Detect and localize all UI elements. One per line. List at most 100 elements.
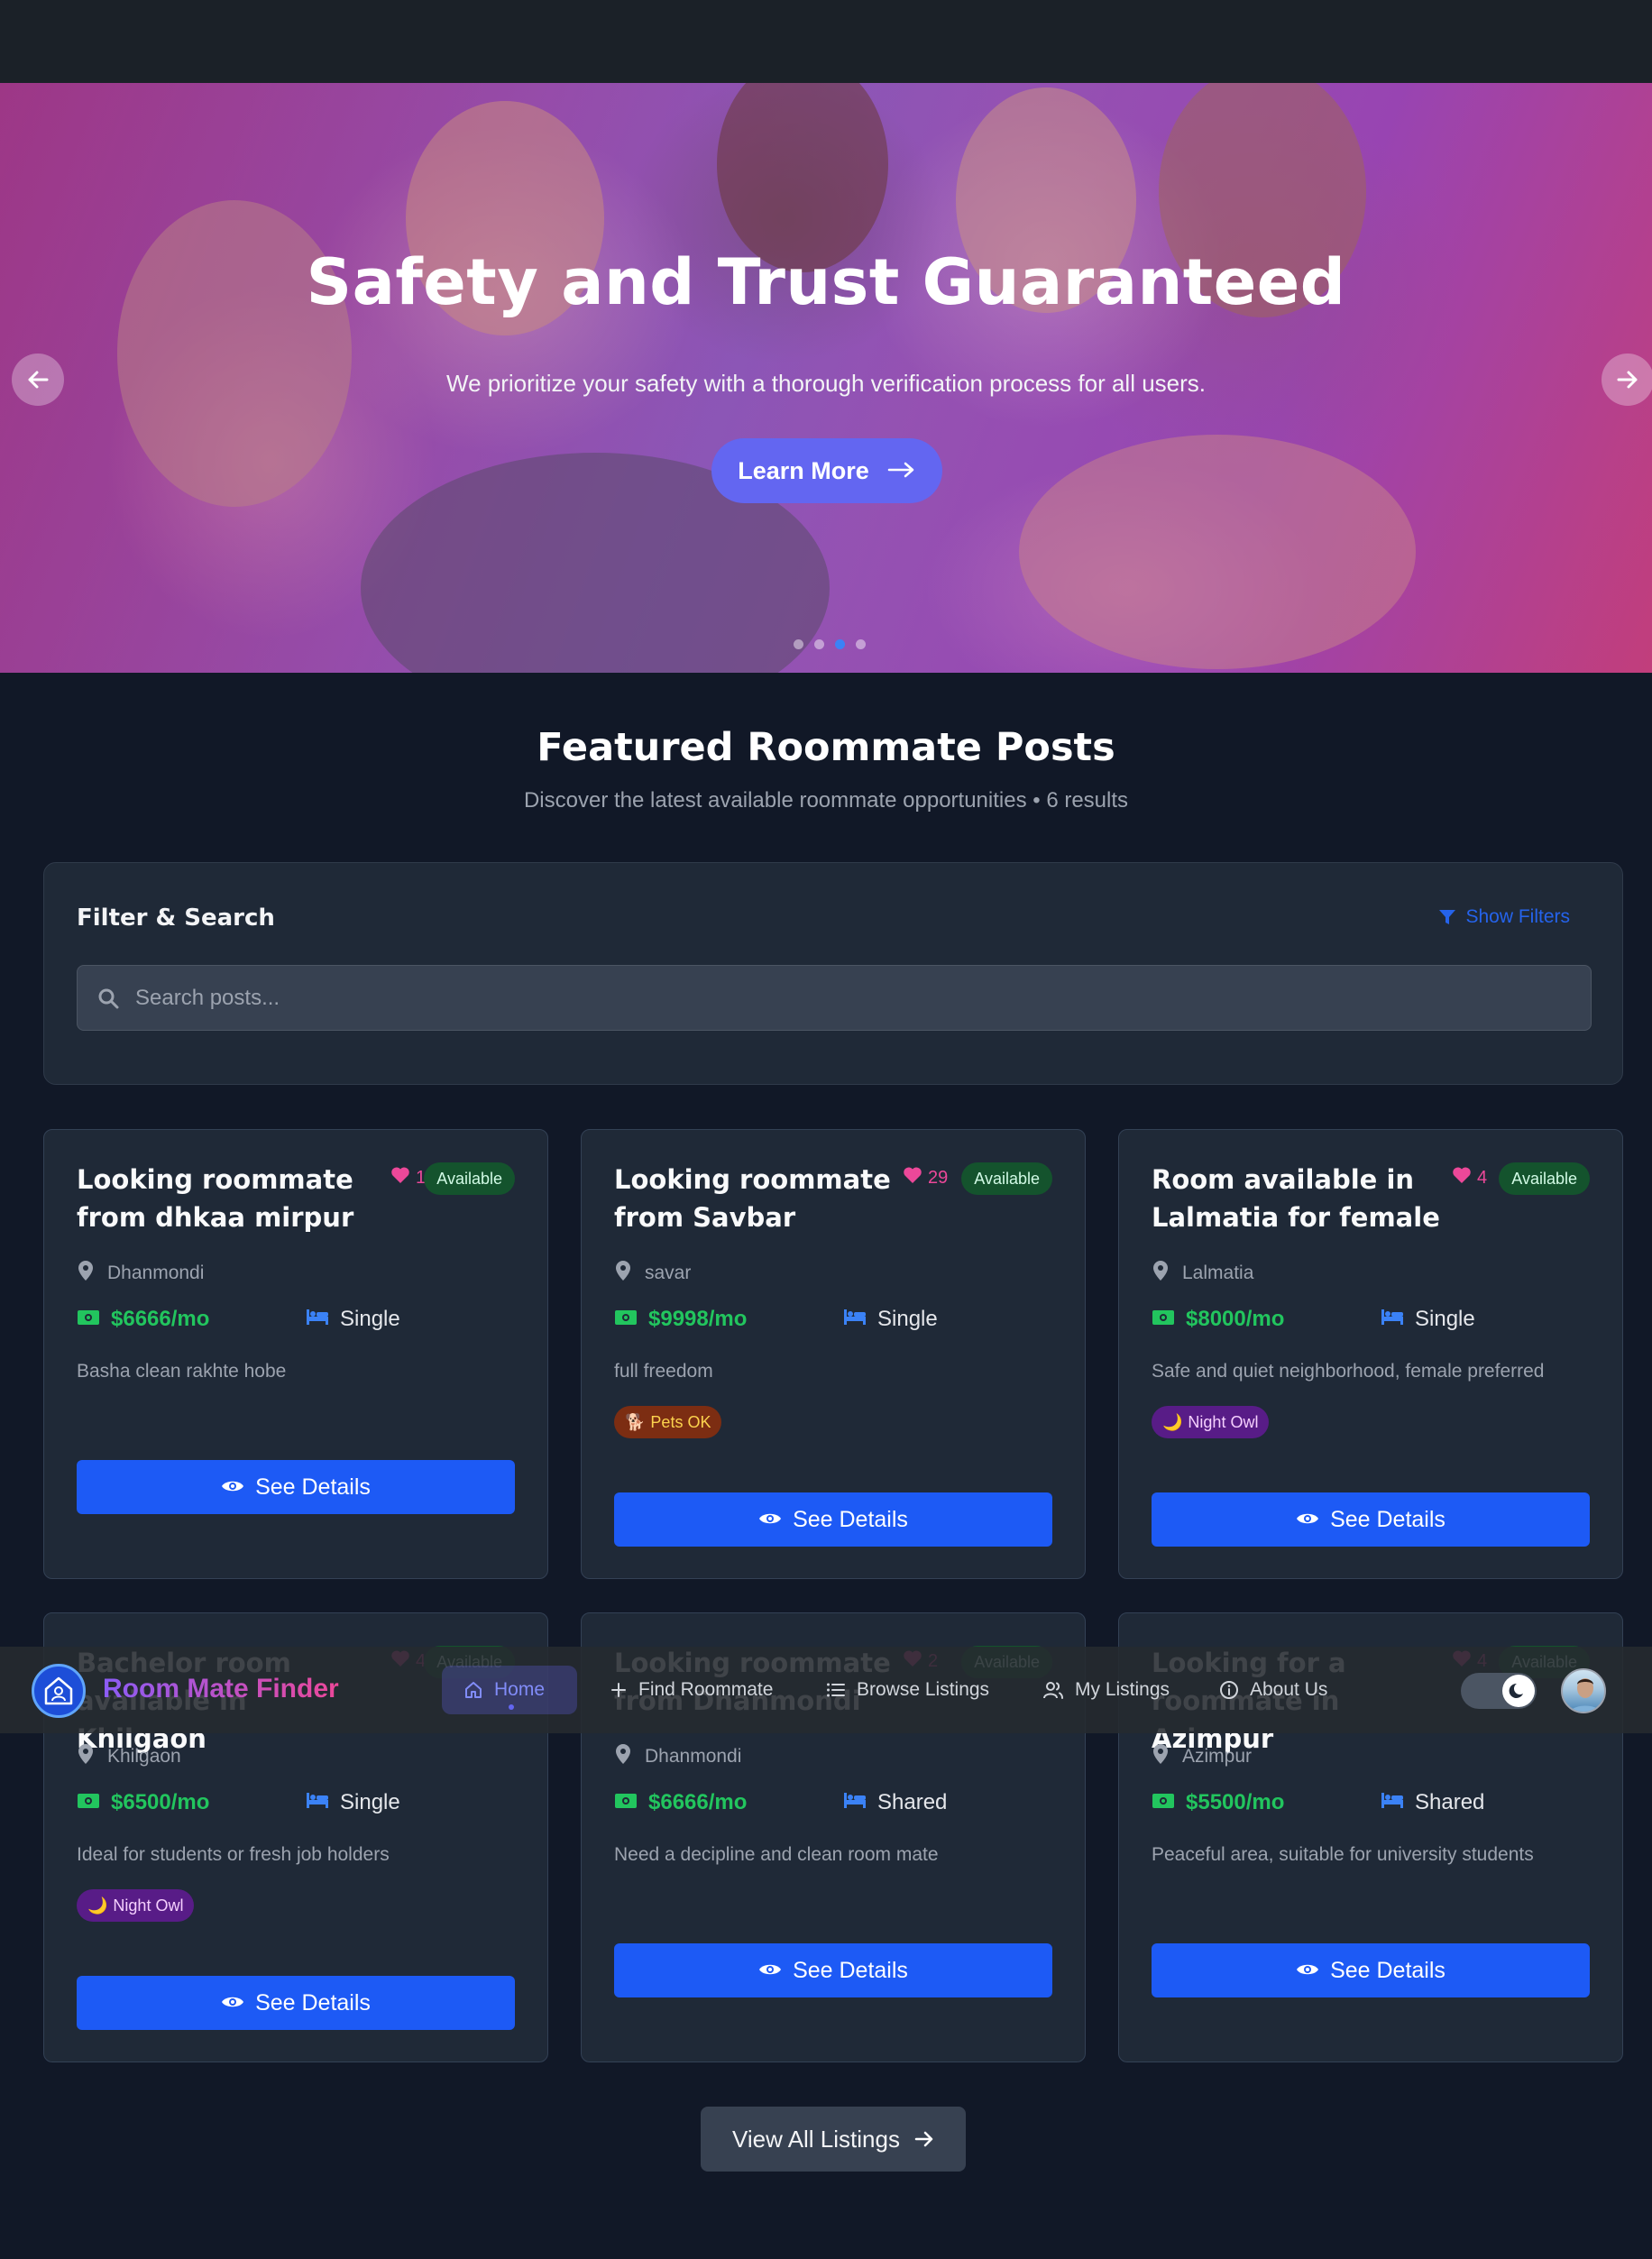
hero-carousel: Safety and Trust Guaranteed We prioritiz… xyxy=(0,83,1652,673)
bed-icon xyxy=(306,1307,329,1332)
nav-item-label: My Listings xyxy=(1075,1679,1170,1700)
see-details-button[interactable]: See Details xyxy=(614,1492,1052,1547)
listing-description: full freedom xyxy=(614,1361,713,1382)
map-pin-icon xyxy=(77,1743,95,1770)
listing-card: Looking roommate from Savbar 29 Availabl… xyxy=(581,1129,1086,1579)
lifestyle-tag: 🐕 Pets OK xyxy=(614,1406,722,1438)
see-details-button[interactable]: See Details xyxy=(1152,1943,1590,1997)
see-details-button[interactable]: See Details xyxy=(77,1976,515,2030)
search-input[interactable] xyxy=(135,985,1488,1011)
view-all-listings-button[interactable]: View All Listings xyxy=(701,2107,966,2172)
nav-item-about-us[interactable]: About Us xyxy=(1219,1666,1327,1714)
map-pin-icon xyxy=(77,1260,95,1287)
listing-price: $6666/mo xyxy=(614,1790,747,1815)
location-text: Khilgaon xyxy=(107,1746,181,1767)
search-icon xyxy=(98,988,119,1008)
money-icon xyxy=(614,1307,638,1332)
eye-icon xyxy=(221,1990,244,2016)
listing-location: Lalmatia xyxy=(1152,1260,1253,1287)
room-type-text: Single xyxy=(877,1307,938,1331)
price-text: $6666/mo xyxy=(648,1790,748,1814)
location-text: savar xyxy=(645,1263,692,1283)
money-icon xyxy=(77,1790,100,1815)
nav-item-label: Browse Listings xyxy=(857,1679,990,1700)
nav-item-my-listings[interactable]: My Listings xyxy=(1042,1666,1170,1714)
listing-room-type: Single xyxy=(1381,1307,1475,1332)
room-type-text: Single xyxy=(340,1790,400,1814)
house-logo-icon xyxy=(44,1676,73,1705)
location-text: Lalmatia xyxy=(1182,1263,1254,1283)
map-pin-icon xyxy=(1152,1743,1170,1770)
info-icon xyxy=(1220,1681,1238,1699)
price-text: $6500/mo xyxy=(111,1790,210,1814)
listing-description: Basha clean rakhte hobe xyxy=(77,1361,287,1382)
listing-location: Dhanmondi xyxy=(614,1743,741,1770)
carousel-dot[interactable] xyxy=(814,639,824,649)
like-button[interactable]: 1 xyxy=(390,1166,426,1189)
theme-toggle[interactable] xyxy=(1461,1673,1537,1709)
nav-item-find-roommate[interactable]: Find Roommate xyxy=(610,1666,773,1714)
learn-more-button[interactable]: Learn More xyxy=(711,438,942,503)
home-icon xyxy=(465,1682,482,1698)
nav-item-browse-listings[interactable]: Browse Listings xyxy=(826,1666,989,1714)
featured-title: Featured Roommate Posts xyxy=(537,725,1115,770)
bed-icon xyxy=(1381,1790,1404,1815)
listing-card: Room available in Lalmatia for female 4 … xyxy=(1118,1129,1623,1579)
listing-price: $8000/mo xyxy=(1152,1307,1284,1332)
status-badge: Available xyxy=(961,1162,1052,1195)
like-button[interactable]: 29 xyxy=(903,1166,948,1189)
nav-item-home[interactable]: Home xyxy=(442,1666,578,1714)
list-icon xyxy=(827,1683,845,1697)
carousel-dot-active[interactable] xyxy=(835,639,845,649)
lifestyle-tag: 🌙 Night Owl xyxy=(77,1889,195,1922)
listing-room-type: Single xyxy=(306,1307,400,1332)
arrow-right-icon xyxy=(887,457,916,485)
search-field[interactable] xyxy=(77,965,1592,1031)
like-button[interactable]: 4 xyxy=(1452,1166,1487,1189)
listing-description: Safe and quiet neighborhood, female pref… xyxy=(1152,1361,1545,1382)
brand-name[interactable]: Room Mate Finder xyxy=(103,1674,339,1704)
arrow-right-icon xyxy=(1617,371,1638,389)
see-details-button[interactable]: See Details xyxy=(614,1943,1052,1997)
listing-price: $5500/mo xyxy=(1152,1790,1284,1815)
listing-description: Ideal for students or fresh job holders xyxy=(77,1844,390,1865)
view-all-label: View All Listings xyxy=(732,2125,900,2153)
avatar-photo xyxy=(1569,1678,1602,1712)
listing-price: $6500/mo xyxy=(77,1790,209,1815)
filter-title: Filter & Search xyxy=(77,905,275,932)
room-type-text: Shared xyxy=(1415,1790,1485,1814)
see-details-label: See Details xyxy=(793,1957,908,1983)
carousel-next-button[interactable] xyxy=(1602,354,1652,406)
show-filters-button[interactable]: Show Filters xyxy=(1438,906,1570,928)
heart-icon xyxy=(903,1166,922,1189)
see-details-button[interactable]: See Details xyxy=(1152,1492,1590,1547)
carousel-dot[interactable] xyxy=(794,639,803,649)
carousel-prev-button[interactable] xyxy=(12,354,64,406)
see-details-button[interactable]: See Details xyxy=(77,1460,515,1514)
eye-icon xyxy=(1296,1958,1319,1984)
eye-icon xyxy=(758,1507,782,1533)
price-text: $5500/mo xyxy=(1186,1790,1285,1814)
users-icon xyxy=(1043,1682,1063,1699)
moon-icon xyxy=(1509,1683,1523,1698)
featured-subtitle: Discover the latest available roommate o… xyxy=(523,788,1129,813)
listing-title: Room available in Lalmatia for female xyxy=(1152,1164,1440,1233)
listing-price: $9998/mo xyxy=(614,1307,747,1332)
price-text: $8000/mo xyxy=(1186,1307,1285,1331)
listing-room-type: Shared xyxy=(1381,1790,1484,1815)
carousel-dot[interactable] xyxy=(856,639,866,649)
listing-description: Need a decipline and clean room mate xyxy=(614,1844,939,1865)
listing-title: Looking roommate from dhkaa mirpur xyxy=(77,1164,354,1233)
eye-icon xyxy=(1296,1507,1319,1533)
filter-panel: Filter & Search Show Filters xyxy=(43,862,1623,1085)
user-avatar[interactable] xyxy=(1561,1668,1606,1713)
like-count: 29 xyxy=(928,1167,949,1188)
tag-label: Pets OK xyxy=(650,1412,711,1431)
brand-logo[interactable] xyxy=(32,1664,86,1718)
money-icon xyxy=(1152,1790,1175,1815)
listing-price: $6666/mo xyxy=(77,1307,209,1332)
see-details-label: See Details xyxy=(1330,1957,1446,1983)
money-icon xyxy=(1152,1307,1175,1332)
see-details-label: See Details xyxy=(793,1506,908,1532)
eye-icon xyxy=(221,1474,244,1501)
